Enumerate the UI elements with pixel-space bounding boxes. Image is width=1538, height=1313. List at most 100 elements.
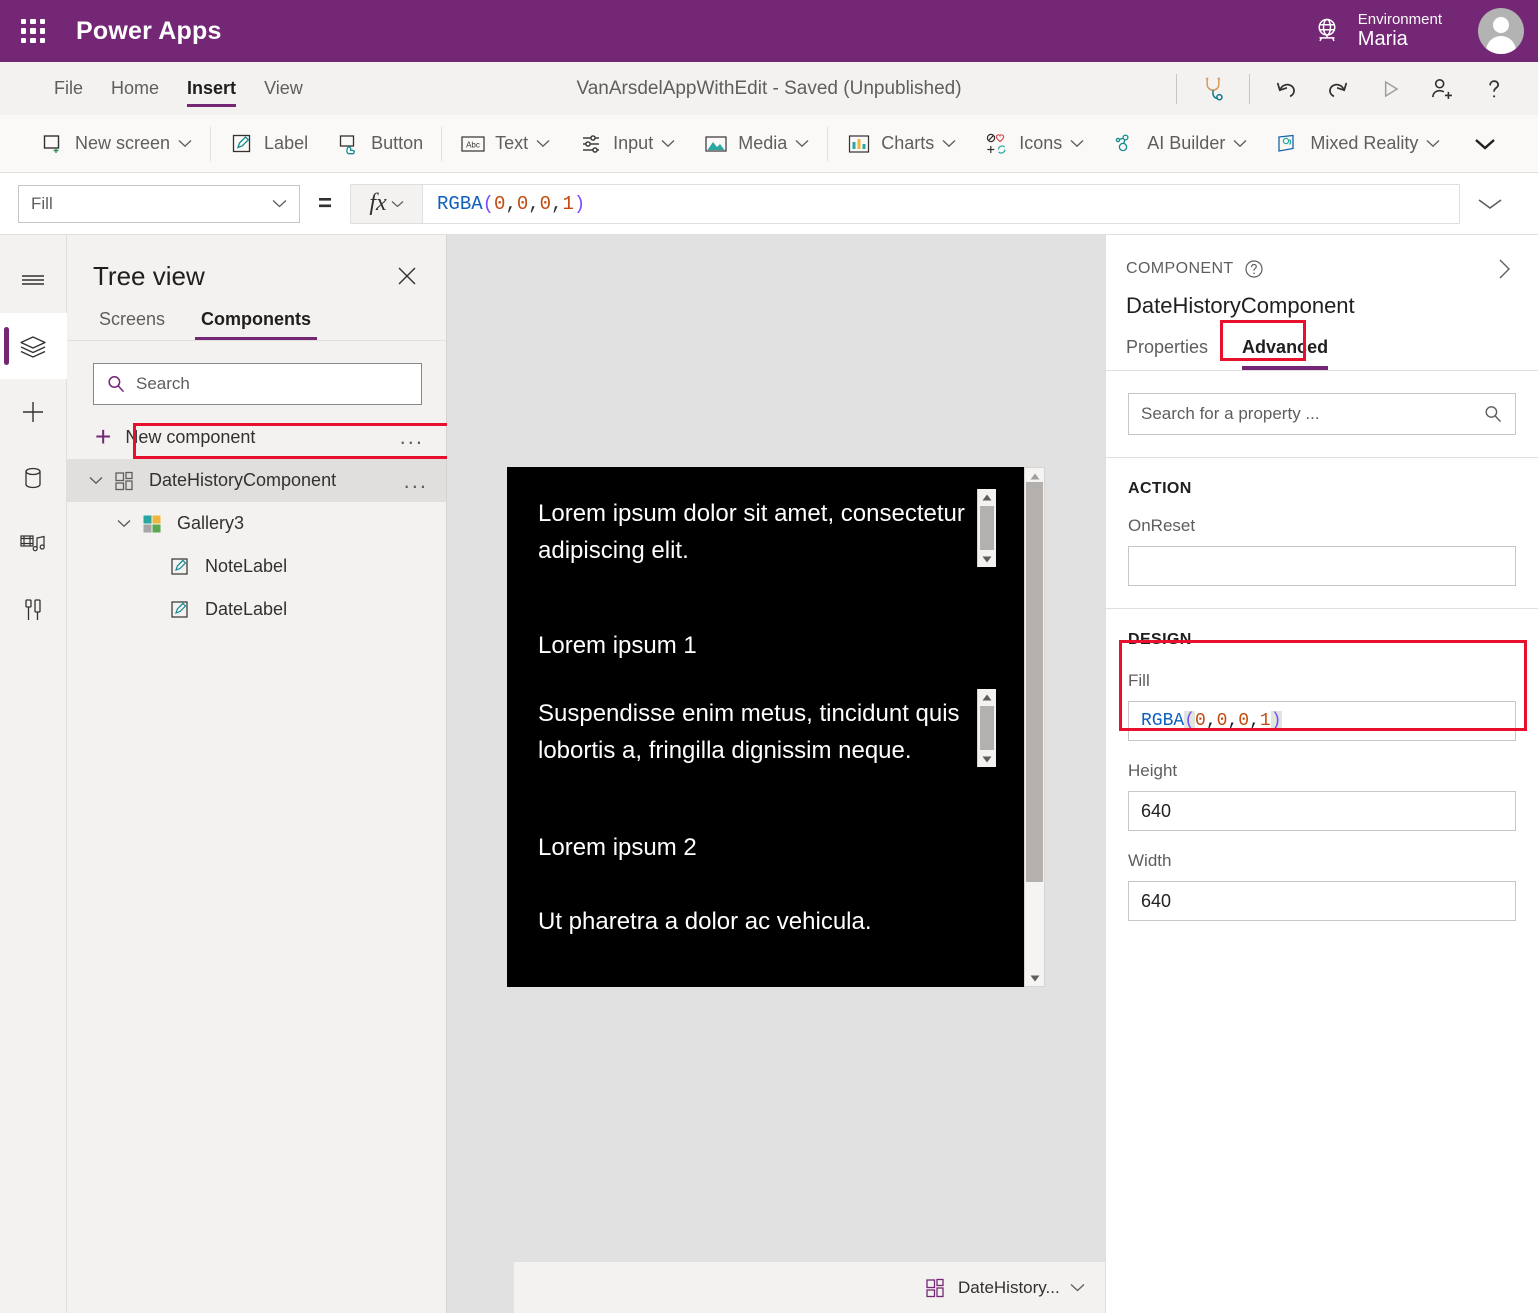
insert-plus-icon[interactable] (0, 379, 67, 445)
scrollbar-thumb[interactable] (980, 706, 994, 750)
environment-selector[interactable]: Environment Maria (1312, 0, 1442, 62)
chevron-down-icon[interactable] (1070, 1283, 1085, 1292)
field-input-width[interactable]: 640 (1128, 881, 1516, 921)
ribbon-mixed-reality-menu[interactable]: Mixed Reality (1261, 122, 1454, 166)
undo-icon[interactable] (1260, 67, 1312, 111)
gallery-item-scrollbar-1[interactable] (977, 489, 996, 567)
formula-token-close-paren: ) (573, 192, 586, 215)
ribbon-overflow-button[interactable] (1454, 122, 1516, 166)
ribbon-new-screen[interactable]: New screen (26, 122, 206, 166)
scroll-down-arrow-icon[interactable] (978, 551, 996, 567)
globe-icon (1312, 16, 1342, 46)
property-search-input[interactable]: Search for a property ... (1128, 393, 1516, 435)
tree-node-label: DateHistoryComponent (149, 470, 337, 490)
field-input-onreset[interactable] (1128, 546, 1516, 586)
charts-bar-icon (846, 131, 872, 157)
ribbon-label-control[interactable]: Label (215, 122, 322, 166)
chevron-right-icon[interactable] (1492, 257, 1516, 281)
advanced-tools-icon[interactable] (0, 577, 67, 643)
share-user-icon[interactable] (1416, 67, 1468, 111)
chevron-down-icon (1233, 139, 1247, 148)
chevron-down-icon[interactable] (113, 519, 135, 528)
ribbon-media-menu[interactable]: Media (689, 122, 823, 166)
formula-input[interactable]: RGBA(0, 0, 0, 1) (422, 183, 1460, 224)
ribbon-text-menu[interactable]: Abc Text (446, 122, 564, 166)
formula-token-a: 1 (562, 192, 574, 215)
field-fill: Fill RGBA(0, 0, 0, 1) (1106, 671, 1538, 741)
gallery-item-note-3: Ut pharetra a dolor ac vehicula. (538, 908, 872, 935)
redo-icon[interactable] (1312, 67, 1364, 111)
new-component-label: New component (125, 426, 256, 447)
selected-property: Fill (31, 193, 53, 213)
property-search-placeholder: Search for a property ... (1141, 404, 1320, 423)
chevron-down-icon[interactable] (85, 476, 107, 485)
top-app-bar: Power Apps Environment Maria (0, 0, 1538, 62)
tab-screens[interactable]: Screens (93, 309, 171, 340)
formula-token-b: 0 (539, 192, 552, 215)
ribbon-label: Input (613, 133, 654, 153)
scrollbar-thumb[interactable] (1026, 482, 1043, 882)
menu-insert[interactable]: Insert (173, 62, 250, 115)
media-library-icon[interactable] (0, 511, 67, 577)
search-icon (106, 374, 126, 394)
property-selector-dropdown[interactable]: Fill (18, 184, 300, 223)
ribbon-button-control[interactable]: Button (322, 122, 437, 166)
hamburger-menu-icon[interactable] (0, 247, 67, 313)
waffle-grid-icon[interactable] (18, 16, 48, 46)
menu-home[interactable]: Home (97, 62, 173, 115)
close-icon[interactable] (390, 259, 424, 293)
tree-node-notelabel[interactable]: NoteLabel (67, 545, 446, 588)
section-heading-action: ACTION (1128, 480, 1192, 497)
scrollbar-thumb[interactable] (980, 506, 994, 550)
scroll-down-arrow-icon[interactable] (1025, 970, 1044, 986)
tree-search-input[interactable]: Search (93, 363, 422, 405)
component-preview[interactable]: Lorem ipsum dolor sit amet, consectetur … (507, 467, 1045, 987)
field-input-fill[interactable]: RGBA(0, 0, 0, 1) (1128, 701, 1516, 741)
formula-bar: Fill = fx RGBA(0, 0, 0, 1) (0, 173, 1538, 235)
help-circle-icon[interactable] (1244, 259, 1264, 279)
tree-view-layers-icon[interactable] (0, 313, 67, 379)
fx-button[interactable]: fx (350, 183, 423, 224)
properties-tab-advanced[interactable]: Advanced (1242, 337, 1329, 370)
menu-view[interactable]: View (250, 62, 317, 115)
gallery-item-date-2: Lorem ipsum 2 (538, 834, 697, 861)
tab-components[interactable]: Components (195, 309, 318, 340)
preview-play-icon[interactable] (1364, 67, 1416, 111)
new-component-button[interactable]: + New component ... (67, 415, 446, 459)
status-bar: DateHistory... − + 60 % (514, 1261, 1331, 1313)
menu-file[interactable]: File (40, 62, 97, 115)
user-avatar[interactable] (1478, 8, 1524, 54)
formula-expand-button[interactable] (1460, 197, 1520, 211)
data-cylinder-icon[interactable] (0, 445, 67, 511)
properties-tab-properties[interactable]: Properties (1126, 337, 1208, 370)
tree-view-header: Tree view (67, 235, 446, 293)
ribbon-input-menu[interactable]: Input (564, 122, 689, 166)
ribbon-ai-builder-menu[interactable]: AI Builder (1098, 122, 1261, 166)
new-component-more-icon[interactable]: ... (400, 424, 424, 450)
ribbon-label: Media (738, 133, 788, 153)
help-icon[interactable] (1468, 67, 1520, 111)
canvas-area[interactable]: Lorem ipsum dolor sit amet, consectetur … (447, 235, 1331, 1313)
scroll-up-arrow-icon[interactable] (978, 689, 996, 705)
gallery-item-scrollbar-2[interactable] (977, 689, 996, 767)
text-abc-icon: Abc (460, 131, 486, 157)
field-width: Width 640 (1106, 851, 1538, 921)
app-brand-title[interactable]: Power Apps (76, 17, 222, 46)
tree-node-datelabel[interactable]: DateLabel (67, 588, 446, 631)
gallery-scrollbar[interactable] (1024, 467, 1045, 987)
plus-icon: + (95, 421, 112, 452)
app-checker-icon[interactable] (1187, 67, 1239, 111)
field-input-height[interactable]: 640 (1128, 791, 1516, 831)
ribbon-icons-menu[interactable]: Icons (970, 122, 1098, 166)
scroll-up-arrow-icon[interactable] (978, 489, 996, 505)
tree-node-more-icon[interactable]: ... (404, 468, 428, 494)
divider (441, 126, 443, 161)
status-component-selector[interactable]: DateHistory... (924, 1277, 1085, 1299)
tree-search-placeholder: Search (136, 374, 190, 393)
field-onreset: OnReset (1106, 516, 1538, 586)
tree-node-gallery3[interactable]: Gallery3 (67, 502, 446, 545)
divider (1249, 73, 1250, 104)
tree-node-datehistorycomponent[interactable]: DateHistoryComponent ... (67, 459, 446, 502)
ribbon-charts-menu[interactable]: Charts (832, 122, 970, 166)
scroll-down-arrow-icon[interactable] (978, 751, 996, 767)
